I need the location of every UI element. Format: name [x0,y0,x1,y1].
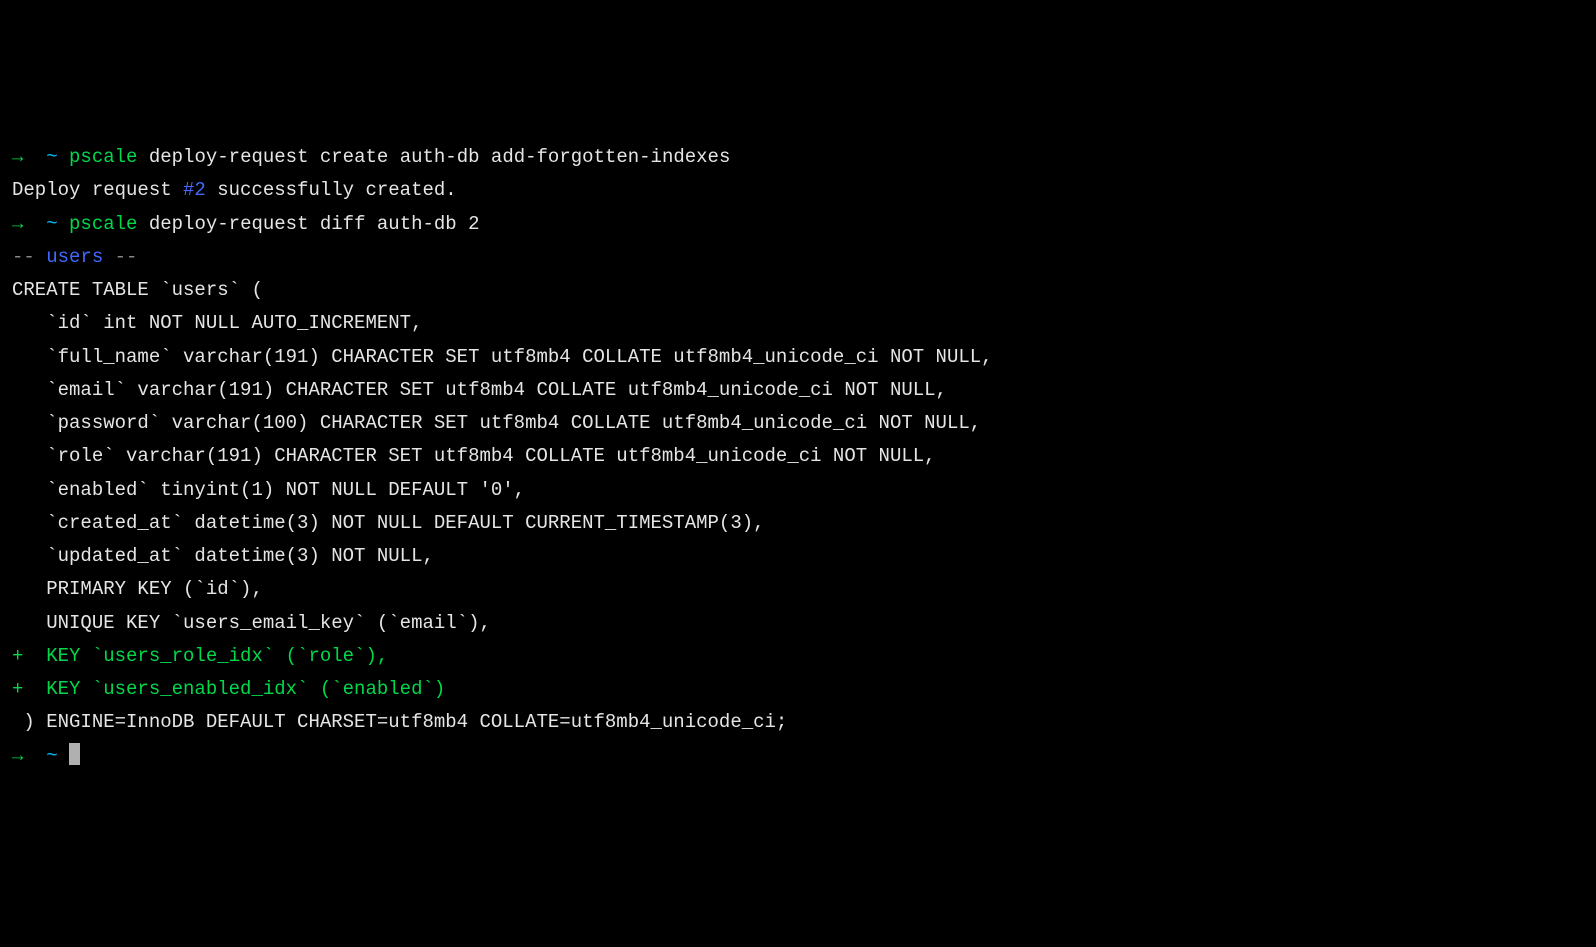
prompt-line-1: → ~ pscale deploy-request create auth-db… [12,146,730,168]
ddl-line: `role` varchar(191) CHARACTER SET utf8mb… [12,445,936,467]
table-name: users [46,246,103,268]
cursor-block [69,743,80,765]
output-line: Deploy request #2 successfully created. [12,179,457,201]
command-name: pscale [69,146,137,168]
ddl-line: `id` int NOT NULL AUTO_INCREMENT, [12,312,422,334]
ddl-line: `enabled` tinyint(1) NOT NULL DEFAULT '0… [12,479,525,501]
ddl-line: `password` varchar(100) CHARACTER SET ut… [12,412,981,434]
diff-section-header: -- users -- [12,246,137,268]
tilde-path: ~ [46,213,57,235]
command-args: deploy-request diff auth-db 2 [137,213,479,235]
section-dashes: -- [103,246,137,268]
prompt-line-2: → ~ pscale deploy-request diff auth-db 2 [12,213,480,235]
ddl-line: CREATE TABLE `users` ( [12,279,263,301]
ddl-line: PRIMARY KEY (`id`), [12,578,263,600]
tilde-path: ~ [46,745,57,767]
ddl-line: `email` varchar(191) CHARACTER SET utf8m… [12,379,947,401]
arrow-icon: → [12,146,23,168]
ddl-line: `full_name` varchar(191) CHARACTER SET u… [12,346,993,368]
section-dashes: -- [12,246,46,268]
output-text: Deploy request [12,179,183,201]
tilde-path: ~ [46,146,57,168]
terminal-output[interactable]: → ~ pscale deploy-request create auth-db… [12,141,1584,773]
ddl-line: `created_at` datetime(3) NOT NULL DEFAUL… [12,512,765,534]
command-args: deploy-request create auth-db add-forgot… [137,146,730,168]
arrow-icon: → [12,213,23,235]
output-text: successfully created. [206,179,457,201]
ddl-line: `updated_at` datetime(3) NOT NULL, [12,545,434,567]
prompt-line-3[interactable]: → ~ [12,745,80,767]
ddl-line: ) ENGINE=InnoDB DEFAULT CHARSET=utf8mb4 … [12,711,787,733]
deploy-request-number: #2 [183,179,206,201]
diff-added-line: + KEY `users_enabled_idx` (`enabled`) [12,678,445,700]
arrow-icon: → [12,745,23,767]
diff-added-line: + KEY `users_role_idx` (`role`), [12,645,388,667]
ddl-line: UNIQUE KEY `users_email_key` (`email`), [12,612,491,634]
command-name: pscale [69,213,137,235]
